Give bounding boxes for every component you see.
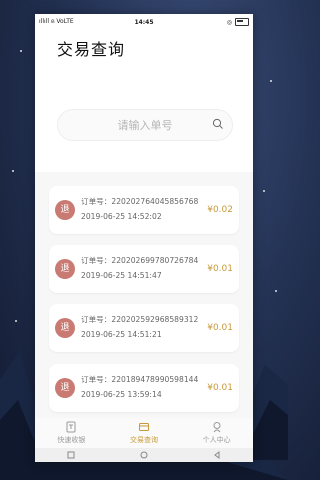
order-number: 订单号：220202699780726784 [81, 256, 199, 265]
order-search-input[interactable] [83, 117, 207, 133]
recent-apps-icon[interactable] [67, 451, 75, 459]
bottom-tab-bar: 快速收银 交易查询 个人中心 [35, 418, 253, 448]
order-number: 订单号：220202764045856768 [81, 197, 199, 206]
status-bar: ıllıll ⍝ VoLTE 14:45 ◎ [35, 14, 253, 30]
order-card[interactable]: 退 订单号：220202592968589312 2019-06-25 14:5… [49, 304, 239, 352]
order-card[interactable]: 退 订单号：220202764045856768 2019-06-25 14:5… [49, 186, 239, 234]
order-number: 订单号：220202592968589312 [81, 315, 199, 324]
status-time: 14:45 [134, 18, 154, 26]
order-amount: ¥0.02 [207, 205, 233, 215]
home-icon[interactable] [140, 451, 148, 459]
tab-label: 快速收银 [57, 436, 86, 444]
order-card[interactable]: 退 订单号：220189478990598144 2019-06-25 13:5… [49, 364, 239, 412]
order-amount: ¥0.01 [207, 264, 233, 274]
person-icon [213, 422, 221, 433]
order-card[interactable]: 退 订单号：220202699780726784 2019-06-25 14:5… [49, 245, 239, 293]
search-icon[interactable] [212, 118, 224, 130]
order-datetime: 2019-06-25 14:51:47 [81, 271, 162, 280]
order-datetime: 2019-06-25 13:59:14 [81, 390, 162, 399]
app-screen: ıllıll ⍝ VoLTE 14:45 ◎ 交易查询 退 订单号：220202… [35, 14, 253, 462]
order-amount: ¥0.01 [207, 323, 233, 333]
battery-icon [235, 18, 249, 26]
tab-quick-cashier[interactable]: 快速收银 [35, 421, 107, 445]
refund-badge: 退 [55, 318, 75, 338]
order-number: 订单号：220189478990598144 [81, 375, 199, 384]
cashier-icon [66, 421, 76, 433]
order-datetime: 2019-06-25 14:51:21 [81, 330, 162, 339]
back-icon[interactable] [213, 451, 221, 459]
refund-badge: 退 [55, 259, 75, 279]
refund-badge: 退 [55, 200, 75, 220]
wallet-icon [138, 423, 149, 431]
tab-label: 个人中心 [202, 436, 231, 444]
tab-transaction-query[interactable]: 交易查询 [108, 421, 180, 445]
tab-label: 交易查询 [129, 436, 158, 444]
order-datetime: 2019-06-25 14:52:02 [81, 212, 162, 221]
refund-badge: 退 [55, 378, 75, 398]
page-title: 交易查询 [57, 40, 126, 59]
order-amount: ¥0.01 [207, 383, 233, 393]
system-nav-bar [35, 448, 253, 462]
tab-personal-center[interactable]: 个人中心 [181, 421, 253, 445]
search-bar[interactable] [57, 109, 233, 141]
